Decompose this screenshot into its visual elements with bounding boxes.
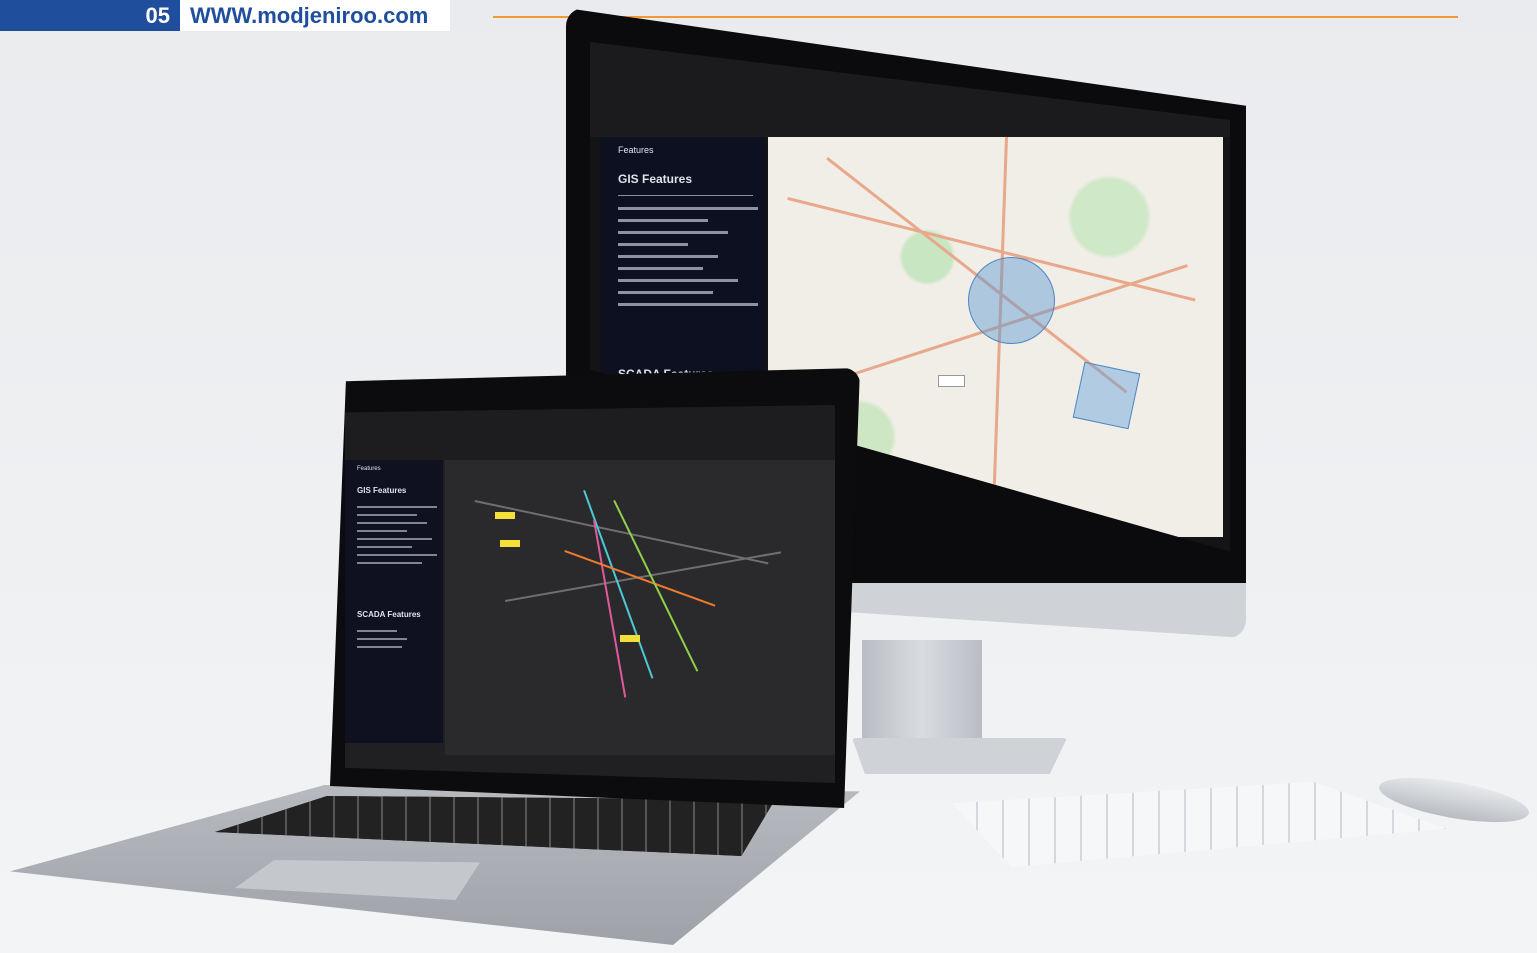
header-rule (493, 16, 1458, 18)
text-line (357, 530, 407, 532)
laptop-features-panel: Features GIS Features SCADA Features (345, 460, 443, 743)
map-label (620, 635, 640, 642)
network-line (474, 500, 769, 565)
gis-features-heading: GIS Features (357, 486, 407, 495)
website-url[interactable]: WWW.modjeniroo.com (180, 0, 451, 31)
text-line (357, 646, 402, 648)
text-line (618, 207, 758, 210)
wireless-keyboard (952, 782, 1447, 867)
divider (618, 195, 753, 196)
selected-area[interactable] (1072, 361, 1141, 430)
monitor-ribbon-toolbar (590, 42, 1230, 137)
text-line (618, 219, 708, 222)
text-line (357, 562, 422, 564)
network-line (564, 550, 716, 607)
gis-features-heading: GIS Features (618, 172, 693, 186)
text-line (357, 546, 412, 548)
laptop-screen: Features GIS Features SCADA Features (345, 405, 835, 783)
network-line (593, 520, 627, 698)
text-line (618, 267, 703, 270)
features-tab[interactable]: Features (618, 145, 654, 155)
network-line (613, 500, 699, 672)
map-label (495, 512, 515, 519)
text-line (618, 291, 713, 294)
text-line (357, 506, 437, 508)
features-tab[interactable]: Features (357, 466, 381, 472)
scada-features-heading: SCADA Features (357, 610, 421, 619)
map-label (500, 540, 520, 547)
text-line (357, 522, 427, 524)
text-line (618, 279, 738, 282)
laptop-ribbon-toolbar (345, 405, 835, 460)
laptop-map-view[interactable] (445, 460, 835, 755)
text-line (618, 303, 758, 306)
text-line (357, 514, 417, 516)
text-line (357, 630, 397, 632)
text-line (618, 255, 718, 258)
text-line (357, 638, 407, 640)
monitor-stand-base (852, 738, 1067, 774)
text-line (618, 243, 688, 246)
text-line (357, 554, 437, 556)
page-header: 05 WWW.modjeniroo.com (0, 0, 451, 31)
map-tooltip (938, 375, 966, 387)
text-line (357, 538, 432, 540)
page-number: 05 (0, 0, 180, 31)
text-line (618, 231, 728, 234)
buffer-zone[interactable] (968, 257, 1055, 344)
